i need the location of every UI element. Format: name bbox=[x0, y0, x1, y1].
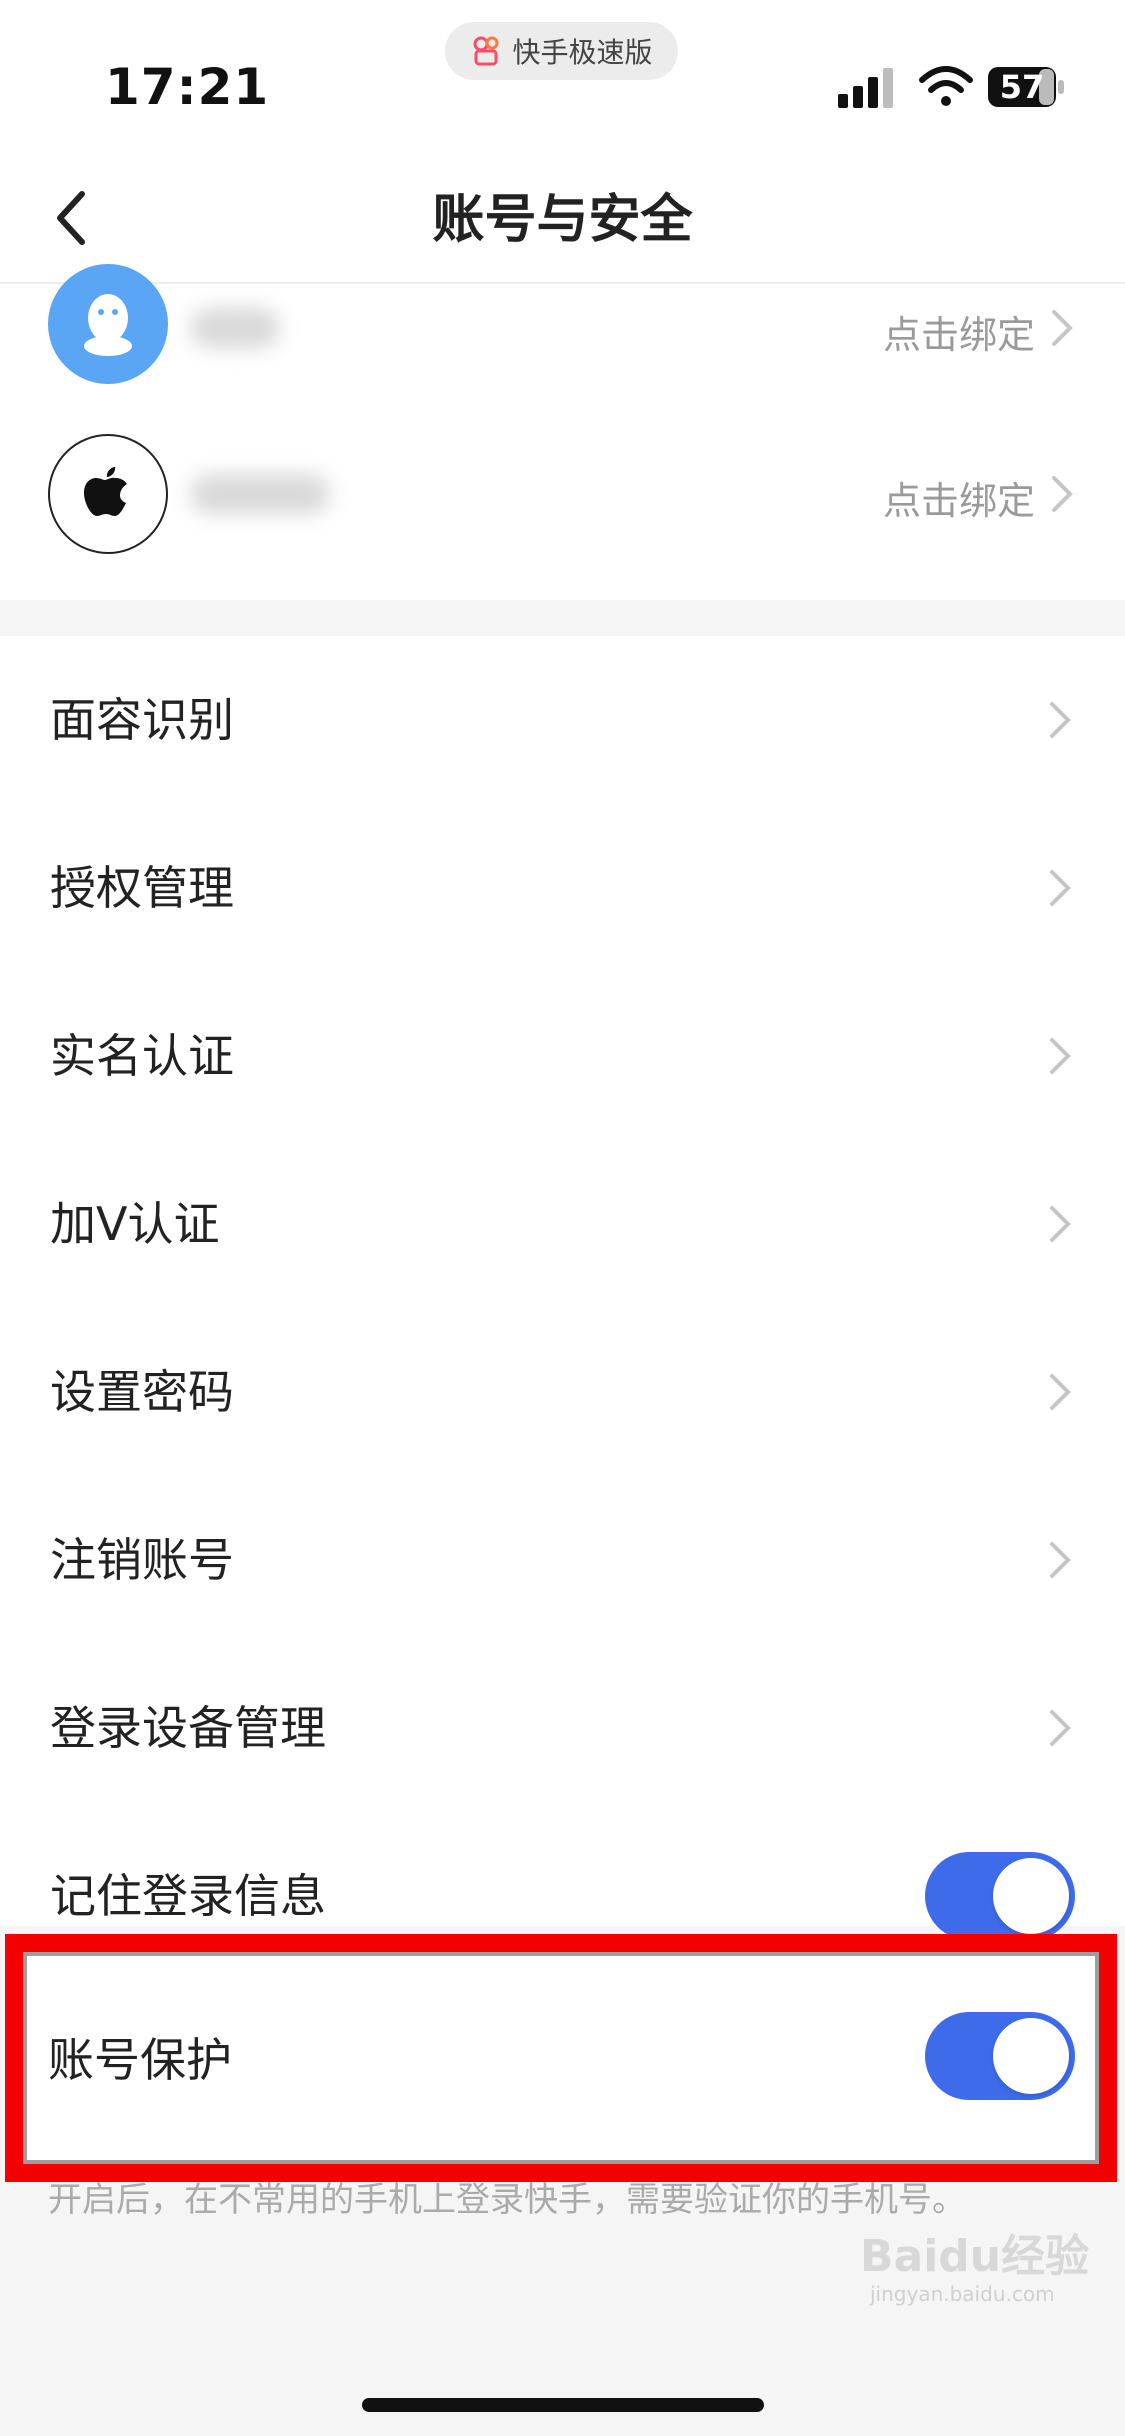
chevron-right-icon bbox=[1050, 1542, 1071, 1578]
menu-item-face-id[interactable]: 面容识别 bbox=[0, 636, 1125, 804]
menu-item-authorization[interactable]: 授权管理 bbox=[0, 804, 1125, 972]
chevron-right-icon bbox=[1050, 1710, 1071, 1746]
status-time: 17:21 bbox=[105, 58, 270, 116]
menu-item-label: 面容识别 bbox=[50, 693, 234, 747]
bind-row-qq[interactable]: 点击绑定 bbox=[0, 264, 1125, 444]
page-title: 账号与安全 bbox=[432, 190, 693, 250]
app-indicator-pill[interactable]: 快手极速版 bbox=[445, 22, 678, 80]
chevron-right-icon bbox=[1050, 1374, 1071, 1410]
account-bindings-section: 点击绑定 点击绑定 bbox=[0, 264, 1125, 600]
menu-item-label: 登录设备管理 bbox=[50, 1701, 326, 1755]
menu-item-label: 实名认证 bbox=[50, 1029, 234, 1083]
chevron-right-icon bbox=[1050, 870, 1071, 906]
menu-item-label: 注销账号 bbox=[50, 1533, 234, 1587]
account-protection-toggle[interactable] bbox=[925, 2012, 1075, 2100]
menu-item-label: 授权管理 bbox=[50, 861, 234, 915]
menu-item-device-management[interactable]: 登录设备管理 bbox=[0, 1644, 1125, 1812]
settings-menu: 面容识别 授权管理 实名认证 加V认证 设置密码 注销账号 登录设备管理 记住登… bbox=[0, 636, 1125, 1940]
menu-item-label: 设置密码 bbox=[50, 1365, 234, 1419]
toggle-knob bbox=[993, 2018, 1069, 2094]
chevron-right-icon bbox=[1052, 310, 1073, 346]
account-protection-hint: 开启后，在不常用的手机上登录快手，需要验证你的手机号。 bbox=[48, 2180, 966, 2220]
remember-login-toggle[interactable] bbox=[925, 1852, 1075, 1940]
cellular-signal-icon bbox=[838, 68, 893, 108]
qq-icon bbox=[48, 264, 168, 384]
blurred-account-name bbox=[190, 474, 330, 514]
battery-level: 57 bbox=[999, 68, 1045, 106]
kuaishou-logo-icon bbox=[473, 36, 499, 66]
bind-action-label: 点击绑定 bbox=[882, 479, 1035, 523]
bind-row-apple[interactable]: 点击绑定 bbox=[0, 434, 1125, 594]
apple-icon bbox=[48, 434, 168, 554]
menu-item-v-verify[interactable]: 加V认证 bbox=[0, 1140, 1125, 1308]
wifi-icon bbox=[919, 66, 973, 106]
chevron-right-icon bbox=[1050, 1038, 1071, 1074]
menu-item-label: 账号保护 bbox=[48, 2033, 232, 2087]
menu-item-real-name[interactable]: 实名认证 bbox=[0, 972, 1125, 1140]
watermark-url: jingyan.baidu.com bbox=[870, 2282, 1055, 2306]
battery-icon: 57 bbox=[987, 66, 1065, 108]
blurred-account-name bbox=[190, 308, 280, 348]
menu-item-set-password[interactable]: 设置密码 bbox=[0, 1308, 1125, 1476]
chevron-right-icon bbox=[1050, 1206, 1071, 1242]
menu-item-delete-account[interactable]: 注销账号 bbox=[0, 1476, 1125, 1644]
watermark: Baidu经验 bbox=[860, 2231, 1090, 2282]
app-indicator-label: 快手极速版 bbox=[512, 36, 653, 69]
chevron-right-icon bbox=[1052, 476, 1073, 512]
bind-action-label: 点击绑定 bbox=[882, 313, 1035, 357]
menu-item-label: 加V认证 bbox=[50, 1197, 220, 1251]
chevron-right-icon bbox=[1050, 702, 1071, 738]
home-indicator[interactable] bbox=[362, 2398, 764, 2412]
toggle-knob bbox=[993, 1858, 1069, 1934]
